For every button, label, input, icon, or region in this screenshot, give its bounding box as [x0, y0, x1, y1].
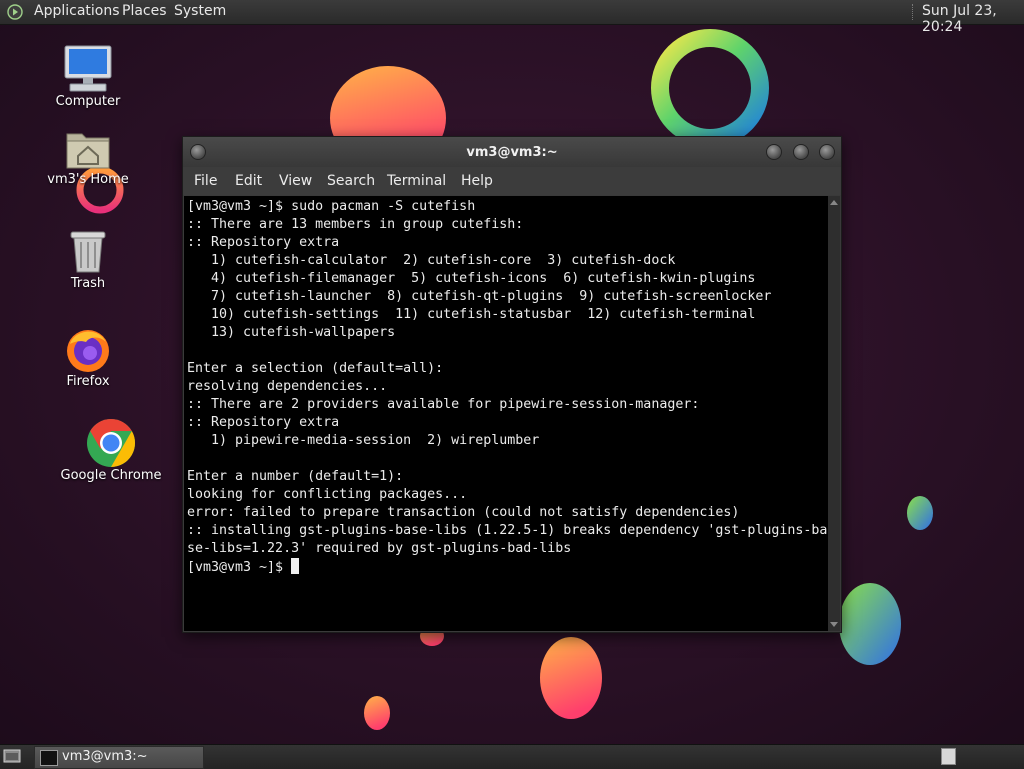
desktop-icon-home[interactable]: vm3's Home: [43, 128, 133, 187]
terminal-line: :: There are 13 members in group cutefis…: [187, 217, 524, 232]
desktop-icon-trash[interactable]: Trash: [48, 228, 128, 291]
terminal-window[interactable]: vm3@vm3:~ File Edit View Search Terminal…: [182, 136, 842, 633]
terminal-line: resolving dependencies...: [187, 379, 388, 394]
chrome-icon: [87, 419, 136, 467]
system-menu[interactable]: System: [174, 3, 226, 19]
firefox-icon: [67, 330, 109, 372]
desktop-icon-label: Computer: [55, 94, 121, 109]
terminal-scrollbar[interactable]: [828, 196, 840, 631]
terminal-line: :: Repository extra: [187, 415, 340, 430]
text-cursor: [291, 558, 300, 574]
minimize-icon[interactable]: [766, 144, 782, 160]
taskbar-item-terminal[interactable]: vm3@vm3:~: [34, 746, 204, 769]
terminal-prompt: [vm3@vm3 ~]$: [187, 560, 292, 575]
desktop-icon-computer[interactable]: Computer: [48, 44, 128, 109]
clock[interactable]: Sun Jul 23, 20:24: [922, 3, 1024, 35]
panel-separator: [912, 4, 916, 20]
terminal-line: 1) pipewire-media-session 2) wireplumber: [187, 433, 540, 448]
maximize-icon[interactable]: [793, 144, 809, 160]
desktop-icon-chrome[interactable]: Google Chrome: [58, 418, 164, 483]
desktop-icon-label: vm3's Home: [47, 172, 129, 187]
window-titlebar[interactable]: vm3@vm3:~: [183, 137, 841, 167]
distro-logo-icon[interactable]: [7, 4, 23, 20]
menu-file[interactable]: File: [194, 173, 217, 189]
terminal-line: 13) cutefish-wallpapers: [187, 325, 396, 340]
menu-help[interactable]: Help: [461, 173, 493, 189]
home-folder-icon: [66, 133, 110, 169]
taskbar-item-label: vm3@vm3:~: [62, 749, 148, 764]
bottom-panel: vm3@vm3:~: [0, 744, 1024, 769]
desktop-icon-label: Google Chrome: [60, 468, 162, 483]
terminal-line: 7) cutefish-launcher 8) cutefish-qt-plug…: [187, 289, 772, 304]
terminal-line: :: Repository extra: [187, 235, 340, 250]
terminal-line: error: failed to prepare transaction (co…: [187, 505, 740, 520]
terminal-line: se-libs=1.22.3' required by gst-plugins-…: [187, 541, 572, 556]
places-menu[interactable]: Places: [122, 3, 167, 19]
show-desktop-icon[interactable]: [3, 749, 21, 764]
close-icon[interactable]: [819, 144, 835, 160]
computer-icon: [64, 45, 112, 92]
terminal-line: 4) cutefish-filemanager 5) cutefish-icon…: [187, 271, 756, 286]
trash-icon: [70, 231, 106, 273]
terminal-line: looking for conflicting packages...: [187, 487, 468, 502]
terminal-line: Enter a selection (default=all):: [187, 361, 444, 376]
terminal-line: 1) cutefish-calculator 2) cutefish-core …: [187, 253, 676, 268]
window-title: vm3@vm3:~: [466, 145, 558, 160]
menu-edit[interactable]: Edit: [235, 173, 262, 189]
menu-view[interactable]: View: [279, 173, 312, 189]
scroll-down-icon[interactable]: [830, 622, 838, 627]
top-panel: Applications Places System Sun Jul 23, 2…: [0, 0, 1024, 35]
terminal-line: [vm3@vm3 ~]$ sudo pacman -S cutefish: [187, 199, 476, 214]
terminal-output-area[interactable]: [vm3@vm3 ~]$ sudo pacman -S cutefish :: …: [184, 196, 828, 631]
desktop-icon-label: Trash: [70, 276, 106, 291]
workspace-switcher[interactable]: [941, 748, 956, 765]
menu-terminal[interactable]: Terminal: [387, 173, 446, 189]
terminal-output: [vm3@vm3 ~]$ sudo pacman -S cutefish :: …: [187, 198, 827, 577]
terminal-line: Enter a number (default=1):: [187, 469, 404, 484]
desktop-icon-label: Firefox: [66, 374, 110, 389]
terminal-icon: [40, 750, 58, 766]
desktop-icon-firefox[interactable]: Firefox: [48, 326, 128, 389]
scroll-up-icon[interactable]: [830, 200, 838, 205]
terminal-menubar: File Edit View Search Terminal Help: [183, 167, 841, 195]
menu-search[interactable]: Search: [327, 173, 375, 189]
terminal-line: :: installing gst-plugins-base-libs (1.2…: [187, 523, 828, 538]
applications-menu[interactable]: Applications: [34, 3, 120, 19]
terminal-line: :: There are 2 providers available for p…: [187, 397, 700, 412]
terminal-line: 10) cutefish-settings 11) cutefish-statu…: [187, 307, 756, 322]
